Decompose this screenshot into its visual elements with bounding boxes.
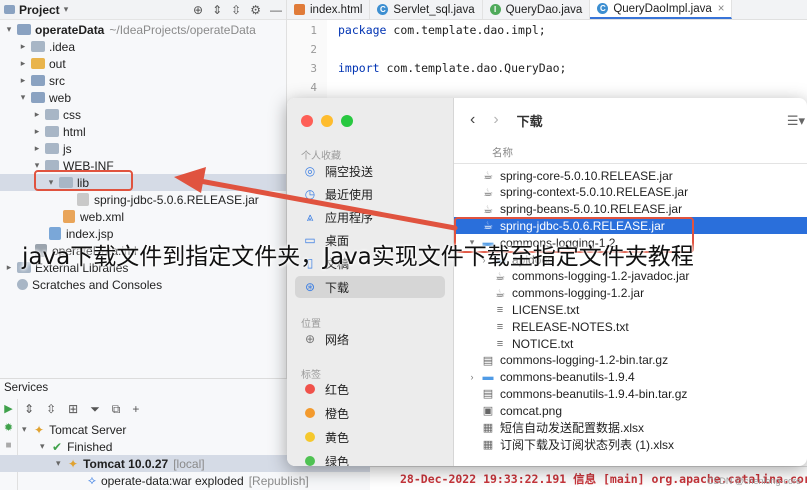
arrow-shaft [197,178,458,231]
watermark: CSDN @chenlong-core [706,476,801,486]
arrow-head [174,167,206,193]
caption-overlay: java下载文件到指定文件夹，Java实现文件下载至指定文件夹教程 [22,244,694,270]
